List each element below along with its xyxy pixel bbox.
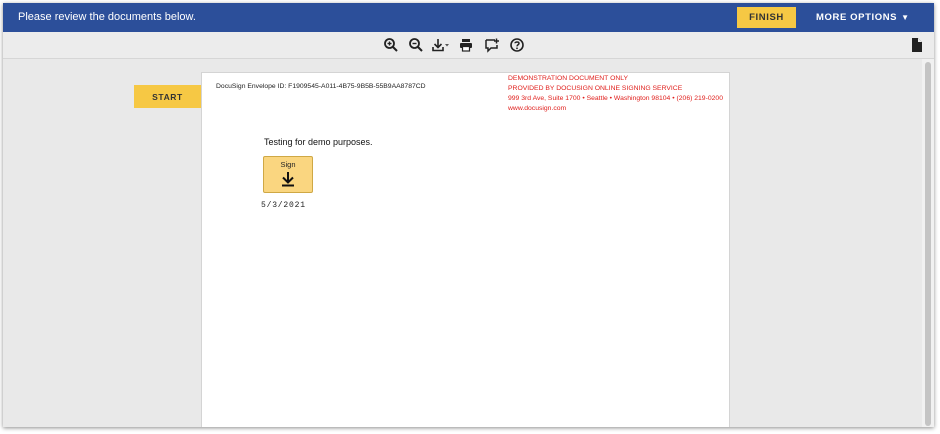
page-view-icon[interactable] — [910, 37, 924, 53]
top-bar: Please review the documents below. FINIS… — [3, 3, 934, 32]
document-toolbar — [3, 32, 934, 59]
envelope-id: DocuSign Envelope ID: F1909545-A011-4B75… — [216, 83, 426, 90]
start-button[interactable]: START — [134, 85, 201, 108]
demo-line: PROVIDED BY DOCUSIGN ONLINE SIGNING SERV… — [508, 85, 683, 92]
more-options-label: MORE OPTIONS — [816, 12, 898, 23]
finish-button[interactable]: FINISH — [737, 7, 796, 28]
sign-here-tag[interactable]: Sign — [263, 156, 313, 193]
more-options-menu[interactable]: MORE OPTIONS ▼ — [816, 7, 910, 28]
download-icon[interactable] — [431, 37, 451, 53]
scrollbar-thumb[interactable] — [925, 62, 931, 426]
demo-line: 999 3rd Ave, Suite 1700 • Seattle • Wash… — [508, 95, 723, 102]
arrow-down-icon — [282, 172, 294, 187]
sign-label: Sign — [280, 160, 296, 169]
comment-icon[interactable] — [484, 37, 500, 53]
print-icon[interactable] — [458, 37, 474, 53]
demo-watermark: DEMONSTRATION DOCUMENT ONLY PROVIDED BY … — [508, 74, 723, 114]
document-page: DocuSign Envelope ID: F1909545-A011-4B75… — [201, 72, 730, 427]
document-body-text: Testing for demo purposes. — [264, 137, 373, 147]
review-message: Please review the documents below. — [18, 11, 196, 23]
zoom-in-icon[interactable] — [383, 37, 399, 53]
docusign-window: Please review the documents below. FINIS… — [3, 3, 934, 427]
demo-line: www.docusign.com — [508, 105, 567, 112]
help-icon[interactable] — [509, 37, 525, 53]
caret-down-icon: ▼ — [901, 13, 910, 22]
demo-line: DEMONSTRATION DOCUMENT ONLY — [508, 75, 629, 82]
zoom-out-icon[interactable] — [408, 37, 424, 53]
signed-date: 5/3/2021 — [261, 201, 306, 210]
